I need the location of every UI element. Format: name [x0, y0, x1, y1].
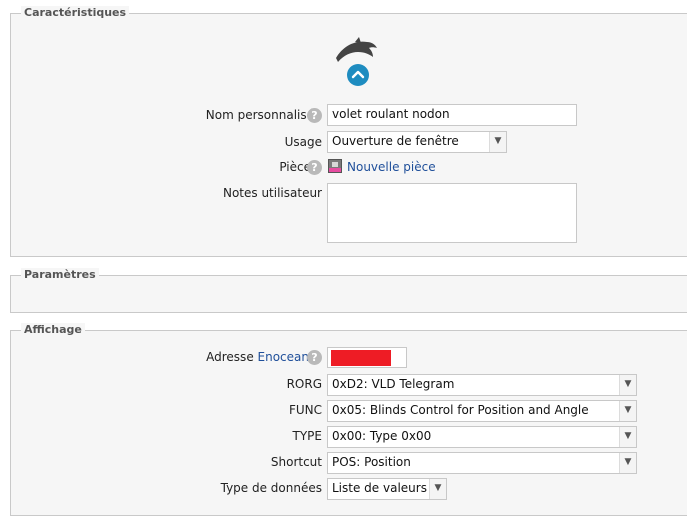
parametres-section: Paramètres [10, 268, 687, 313]
affichage-section: Affichage Adresse Enocean ? RORG 0xD2: V… [10, 323, 687, 516]
type-donnees-select[interactable]: Liste de valeurs ▼ [327, 478, 447, 500]
usage-select[interactable]: Ouverture de fenêtre ▼ [327, 131, 507, 153]
redacted-address [331, 350, 391, 366]
nouvelle-piece-link[interactable]: Nouvelle pièce [347, 157, 436, 177]
collapse-button[interactable] [347, 64, 369, 86]
shortcut-label: Shortcut [270, 455, 322, 469]
func-select[interactable]: 0x05: Blinds Control for Position and An… [327, 400, 637, 422]
caracteristiques-section: Caractéristiques Nom personnalisé ? vole… [10, 6, 687, 257]
rorg-select-value: 0xD2: VLD Telegram [332, 377, 455, 391]
adresse-label-text: Adresse [206, 350, 254, 364]
enocean-link[interactable]: Enocean [258, 350, 309, 364]
chevron-down-icon: ▼ [619, 375, 636, 395]
type-select-value: 0x00: Type 0x00 [332, 429, 432, 443]
shortcut-select[interactable]: POS: Position ▼ [327, 452, 637, 474]
rorg-label: RORG [286, 377, 322, 391]
chevron-up-icon [351, 70, 365, 79]
chevron-down-icon: ▼ [619, 453, 636, 473]
type-select[interactable]: 0x00: Type 0x00 ▼ [327, 426, 637, 448]
type-donnees-label: Type de données [220, 481, 322, 495]
nom-input[interactable]: volet roulant nodon [327, 104, 577, 126]
nom-label: Nom personnalisé [205, 108, 314, 122]
chevron-down-icon: ▼ [489, 132, 506, 152]
notes-label: Notes utilisateur [222, 186, 322, 200]
type-donnees-select-value: Liste de valeurs [332, 481, 427, 495]
adresse-label: Adresse Enocean [206, 347, 309, 367]
adresse-help-icon[interactable]: ? [307, 350, 322, 365]
rorg-select[interactable]: 0xD2: VLD Telegram ▼ [327, 374, 637, 396]
chevron-down-icon: ▼ [429, 479, 446, 499]
func-select-value: 0x05: Blinds Control for Position and An… [332, 403, 589, 417]
nom-help-icon[interactable]: ? [307, 108, 322, 123]
func-label: FUNC [288, 403, 322, 417]
usage-select-value: Ouverture de fenêtre [332, 134, 459, 148]
parametres-legend: Paramètres [21, 268, 99, 281]
room-icon [328, 159, 342, 173]
chevron-down-icon: ▼ [619, 427, 636, 447]
chevron-down-icon: ▼ [619, 401, 636, 421]
caracteristiques-legend: Caractéristiques [21, 6, 130, 19]
affichage-legend: Affichage [21, 323, 85, 336]
shortcut-select-value: POS: Position [332, 455, 411, 469]
notes-textarea[interactable] [327, 183, 577, 243]
type-label: TYPE [292, 429, 322, 443]
usage-label: Usage [284, 135, 322, 149]
piece-help-icon[interactable]: ? [307, 160, 322, 175]
